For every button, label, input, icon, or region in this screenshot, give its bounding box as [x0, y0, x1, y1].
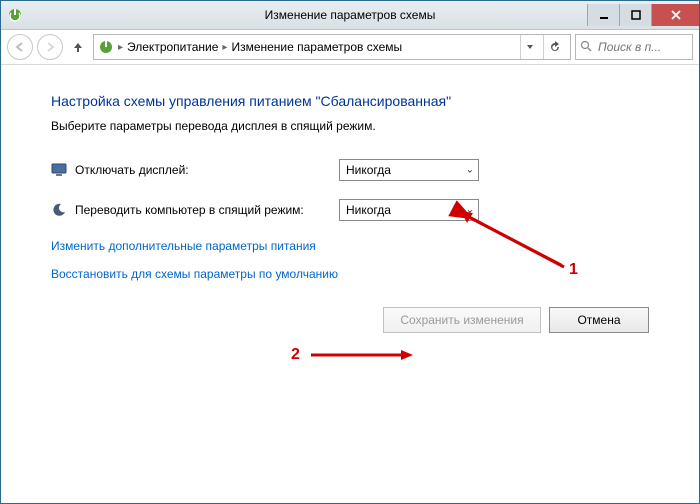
moon-icon	[51, 202, 67, 218]
display-off-value: Никогда	[346, 163, 391, 177]
content-area: Настройка схемы управления питанием "Сба…	[1, 65, 699, 503]
breadcrumb-current[interactable]: Изменение параметров схемы	[231, 40, 402, 54]
breadcrumb-dropdown[interactable]	[520, 35, 539, 59]
chevron-down-icon: ⌄	[466, 205, 474, 216]
links-section: Изменить дополнительные параметры питани…	[51, 239, 659, 281]
close-button[interactable]	[651, 4, 699, 26]
sleep-value: Никогда	[346, 203, 391, 217]
breadcrumb-root[interactable]: Электропитание	[127, 40, 218, 54]
refresh-button[interactable]	[543, 35, 566, 59]
window-frame: Изменение параметров схемы	[0, 0, 700, 504]
window-controls	[587, 4, 699, 26]
display-icon	[51, 162, 67, 178]
breadcrumb-icon	[98, 39, 114, 55]
advanced-settings-link[interactable]: Изменить дополнительные параметры питани…	[51, 239, 659, 253]
restore-defaults-link[interactable]: Восстановить для схемы параметры по умол…	[51, 267, 659, 281]
search-input[interactable]	[596, 39, 672, 55]
up-button[interactable]	[67, 36, 89, 58]
button-row: Сохранить изменения Отмена	[51, 307, 659, 333]
app-icon	[7, 7, 23, 23]
cancel-button[interactable]: Отмена	[549, 307, 649, 333]
sleep-select[interactable]: Никогда ⌄	[339, 199, 479, 221]
navbar: ▸ Электропитание ▸ Изменение параметров …	[1, 30, 699, 65]
page-title: Настройка схемы управления питанием "Сба…	[51, 93, 659, 109]
maximize-button[interactable]	[619, 4, 651, 26]
search-box[interactable]	[575, 34, 693, 60]
chevron-right-icon: ▸	[118, 42, 123, 53]
display-off-select[interactable]: Никогда ⌄	[339, 159, 479, 181]
sleep-label: Переводить компьютер в спящий режим:	[75, 203, 304, 217]
setting-display-off: Отключать дисплей: Никогда ⌄	[51, 159, 659, 181]
chevron-right-icon: ▸	[222, 42, 227, 53]
search-icon	[580, 40, 592, 55]
minimize-button[interactable]	[587, 4, 619, 26]
setting-sleep: Переводить компьютер в спящий режим: Ник…	[51, 199, 659, 221]
annotation-2: 2	[291, 346, 300, 364]
page-subtitle: Выберите параметры перевода дисплея в сп…	[51, 119, 659, 133]
display-off-label: Отключать дисплей:	[75, 163, 189, 177]
chevron-down-icon: ⌄	[466, 165, 474, 176]
forward-button[interactable]	[37, 34, 63, 60]
titlebar: Изменение параметров схемы	[1, 1, 699, 30]
save-button[interactable]: Сохранить изменения	[383, 307, 541, 333]
back-button[interactable]	[7, 34, 33, 60]
breadcrumb[interactable]: ▸ Электропитание ▸ Изменение параметров …	[93, 34, 571, 60]
